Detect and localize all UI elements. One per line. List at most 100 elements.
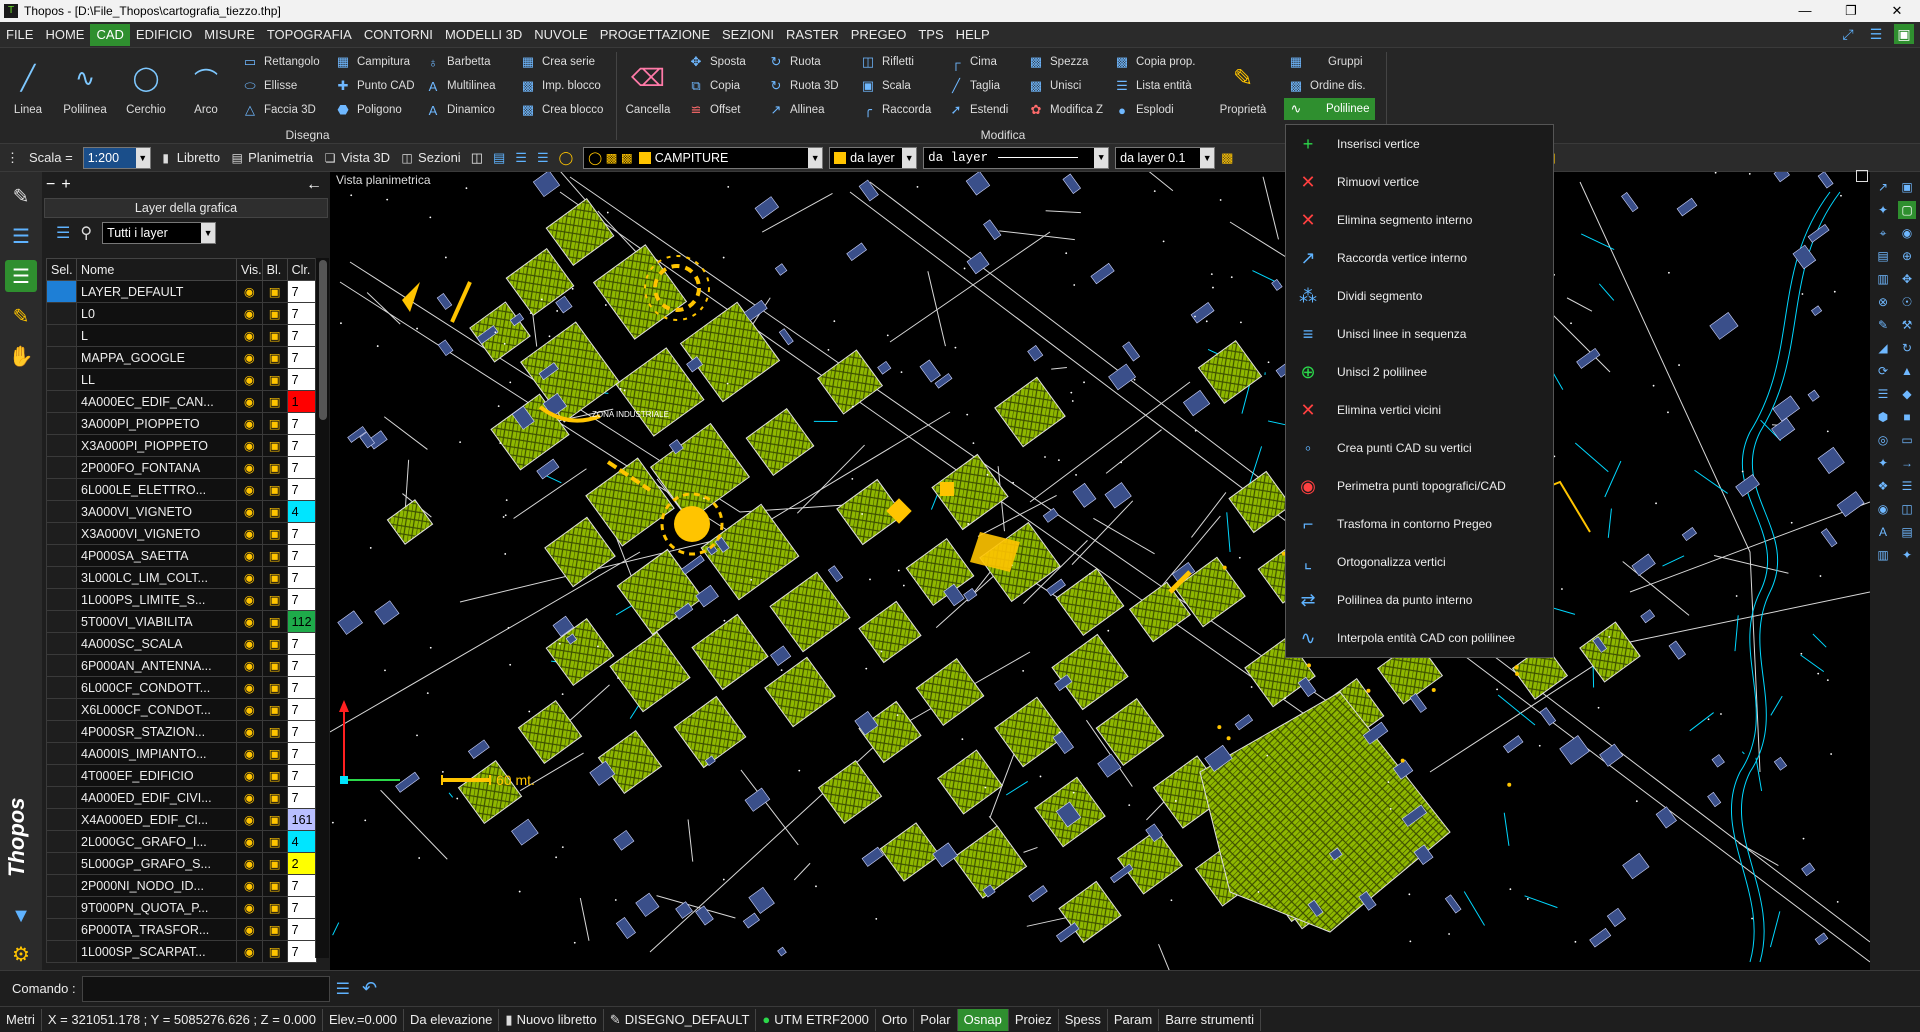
layer-scrollbar[interactable] bbox=[315, 258, 329, 958]
arco-button[interactable]: ⌒ Arco bbox=[178, 50, 234, 132]
right-tool-icon[interactable]: ⌖ bbox=[1874, 224, 1892, 242]
layer-row[interactable]: 9T000PN_QUOTA_P... ◉ ▣ 7 bbox=[46, 896, 317, 919]
layer-select-cell[interactable] bbox=[46, 478, 77, 501]
polilinee-menu-item[interactable]: + Inserisci vertice bbox=[1286, 125, 1553, 163]
columns-icon[interactable]: ◫ bbox=[471, 150, 483, 166]
layer-row[interactable]: 1L000PS_LIMITE_S... ◉ ▣ 7 bbox=[46, 588, 317, 611]
notes-icon[interactable]: ✎ bbox=[5, 180, 37, 212]
layer-name[interactable]: LL bbox=[76, 368, 237, 391]
layer-select-cell[interactable] bbox=[46, 588, 77, 611]
polilinee-menu-item[interactable]: ✕ Elimina vertici vicini bbox=[1286, 391, 1553, 429]
punto-cad-button[interactable]: ✚ Punto CAD bbox=[335, 76, 415, 96]
layer-color-cell[interactable]: 4 bbox=[286, 500, 317, 523]
layer-select-cell[interactable] bbox=[46, 302, 77, 325]
layer-select-cell[interactable] bbox=[46, 940, 77, 963]
menu-pregeo[interactable]: PREGEO bbox=[845, 24, 913, 46]
lock-icon[interactable]: ▣ bbox=[261, 940, 288, 963]
linetype-combo[interactable]: da layer ▼ bbox=[923, 146, 1110, 169]
visibility-bulb-icon[interactable]: ◉ bbox=[236, 368, 263, 391]
layer-name[interactable]: 2P000NI_NODO_ID... bbox=[76, 874, 237, 897]
layer-select-cell[interactable] bbox=[46, 434, 77, 457]
status-toggle-orto[interactable]: Orto bbox=[876, 1008, 915, 1031]
layer-name[interactable]: 3L000LC_LIM_COLT... bbox=[76, 566, 237, 589]
layer-name[interactable]: 4P000SA_SAETTA bbox=[76, 544, 237, 567]
polilinee-menu-item[interactable]: ◉ Perimetra punti topografici/CAD bbox=[1286, 467, 1553, 505]
right-tool-icon[interactable]: ⊗ bbox=[1874, 293, 1892, 311]
layer-name[interactable]: 5L000GP_GRAFO_S... bbox=[76, 852, 237, 875]
minimize-button[interactable]: — bbox=[1782, 0, 1828, 22]
visibility-bulb-icon[interactable]: ◉ bbox=[236, 566, 263, 589]
right-tool-icon[interactable]: ☉ bbox=[1898, 293, 1916, 311]
layer-name[interactable]: X3A000PI_PIOPPETO bbox=[76, 434, 237, 457]
layer-select-cell[interactable] bbox=[46, 412, 77, 435]
barbetta-button[interactable]: ♁ Barbetta bbox=[425, 52, 490, 72]
layer-name[interactable]: 9T000PN_QUOTA_P... bbox=[76, 896, 237, 919]
hamburger-icon[interactable]: ☰ bbox=[1866, 24, 1886, 44]
layer-color-cell[interactable]: 7 bbox=[286, 280, 317, 303]
layer-select-cell[interactable] bbox=[46, 896, 77, 919]
visibility-bulb-icon[interactable]: ◉ bbox=[236, 478, 263, 501]
handshake-icon[interactable]: ✋ bbox=[5, 340, 37, 372]
libretto-button[interactable]: ▮ Libretto bbox=[159, 150, 220, 165]
layer-row[interactable]: 4A000ED_EDIF_CIVI... ◉ ▣ 7 bbox=[46, 786, 317, 809]
lock-icon[interactable]: ▣ bbox=[261, 896, 288, 919]
menu-help[interactable]: HELP bbox=[950, 24, 996, 46]
estendi-button[interactable]: ➚ Estendi bbox=[948, 100, 1009, 120]
lock-icon[interactable]: ▣ bbox=[261, 544, 288, 567]
layer-name[interactable]: L0 bbox=[76, 302, 237, 325]
layer-color-cell[interactable]: 7 bbox=[286, 368, 317, 391]
offset-button[interactable]: ≌ Offset bbox=[688, 100, 741, 120]
layer-name[interactable]: MAPPA_GOOGLE bbox=[76, 346, 237, 369]
visibility-bulb-icon[interactable]: ◉ bbox=[236, 412, 263, 435]
visibility-bulb-icon[interactable]: ◉ bbox=[236, 808, 263, 831]
layer-color-cell[interactable]: 7 bbox=[286, 544, 317, 567]
layer-select-cell[interactable] bbox=[46, 918, 77, 941]
maximize-button[interactable]: ❐ bbox=[1828, 0, 1874, 22]
window-icon[interactable]: ▤ bbox=[493, 150, 505, 166]
right-tool-icon[interactable]: ✥ bbox=[1898, 270, 1916, 288]
visibility-bulb-icon[interactable]: ◉ bbox=[236, 654, 263, 677]
layer-color-cell[interactable]: 7 bbox=[286, 632, 317, 655]
layer-name[interactable]: X4A000ED_EDIF_CI... bbox=[76, 808, 237, 831]
panel-toggle-icon[interactable]: ▣ bbox=[1894, 24, 1914, 44]
right-tool-icon[interactable]: → bbox=[1898, 454, 1916, 472]
layer-row[interactable]: 4A000IS_IMPIANTO... ◉ ▣ 7 bbox=[46, 742, 317, 765]
dinamico-button[interactable]: A Dinamico bbox=[425, 100, 495, 120]
visibility-bulb-icon[interactable]: ◉ bbox=[236, 918, 263, 941]
scala-combo[interactable]: 1:200 ▼ bbox=[82, 146, 151, 169]
layer-color-cell[interactable]: 7 bbox=[286, 742, 317, 765]
layer-select-cell[interactable] bbox=[46, 676, 77, 699]
layer-color-cell[interactable]: 7 bbox=[286, 346, 317, 369]
status-elev-mode[interactable]: Da elevazione bbox=[404, 1008, 500, 1031]
lock-icon[interactable]: ▣ bbox=[261, 280, 288, 303]
lock-icon[interactable]: ▣ bbox=[261, 720, 288, 743]
layer-row[interactable]: 4P000SR_STAZION... ◉ ▣ 7 bbox=[46, 720, 317, 743]
layer-select-cell[interactable] bbox=[46, 544, 77, 567]
right-tool-icon[interactable]: ▥ bbox=[1874, 270, 1892, 288]
layer-select-cell[interactable] bbox=[46, 324, 77, 347]
layer-row[interactable]: 2L000GC_GRAFO_I... ◉ ▣ 4 bbox=[46, 830, 317, 853]
visibility-bulb-icon[interactable]: ◉ bbox=[236, 698, 263, 721]
layer-name[interactable]: 4A000EC_EDIF_CAN... bbox=[76, 390, 237, 413]
lock-icon[interactable]: ▣ bbox=[261, 610, 288, 633]
layer-color-cell[interactable]: 1 bbox=[286, 390, 317, 413]
layer-name[interactable]: 1L000PS_LIMITE_S... bbox=[76, 588, 237, 611]
layer-row[interactable]: X3A000PI_PIOPPETO ◉ ▣ 7 bbox=[46, 434, 317, 457]
lock-icon[interactable]: ▣ bbox=[261, 654, 288, 677]
layer-row[interactable]: LL ◉ ▣ 7 bbox=[46, 368, 317, 391]
visibility-bulb-icon[interactable]: ◉ bbox=[236, 500, 263, 523]
planimetria-button[interactable]: ▤ Planimetria bbox=[230, 150, 313, 165]
layer-color-cell[interactable]: 7 bbox=[286, 764, 317, 787]
layer-select-cell[interactable] bbox=[46, 280, 77, 303]
unisci-button[interactable]: ▩ Unisci bbox=[1028, 76, 1081, 96]
polilinee-menu-item[interactable]: ∿ Interpola entità CAD con polilinee bbox=[1286, 619, 1553, 657]
lock-icon[interactable]: ▣ bbox=[261, 324, 288, 347]
layer-select-cell[interactable] bbox=[46, 456, 77, 479]
modifica-z-button[interactable]: ✿ Modifica Z bbox=[1028, 100, 1104, 120]
layer-row[interactable]: X3A000VI_VIGNETO ◉ ▣ 7 bbox=[46, 522, 317, 545]
layer-select-cell[interactable] bbox=[46, 522, 77, 545]
status-crs[interactable]: ● UTM ETRF2000 bbox=[756, 1008, 876, 1031]
layer-row[interactable]: L0 ◉ ▣ 7 bbox=[46, 302, 317, 325]
lock-icon[interactable]: ▣ bbox=[261, 676, 288, 699]
layer-name[interactable]: X3A000VI_VIGNETO bbox=[76, 522, 237, 545]
